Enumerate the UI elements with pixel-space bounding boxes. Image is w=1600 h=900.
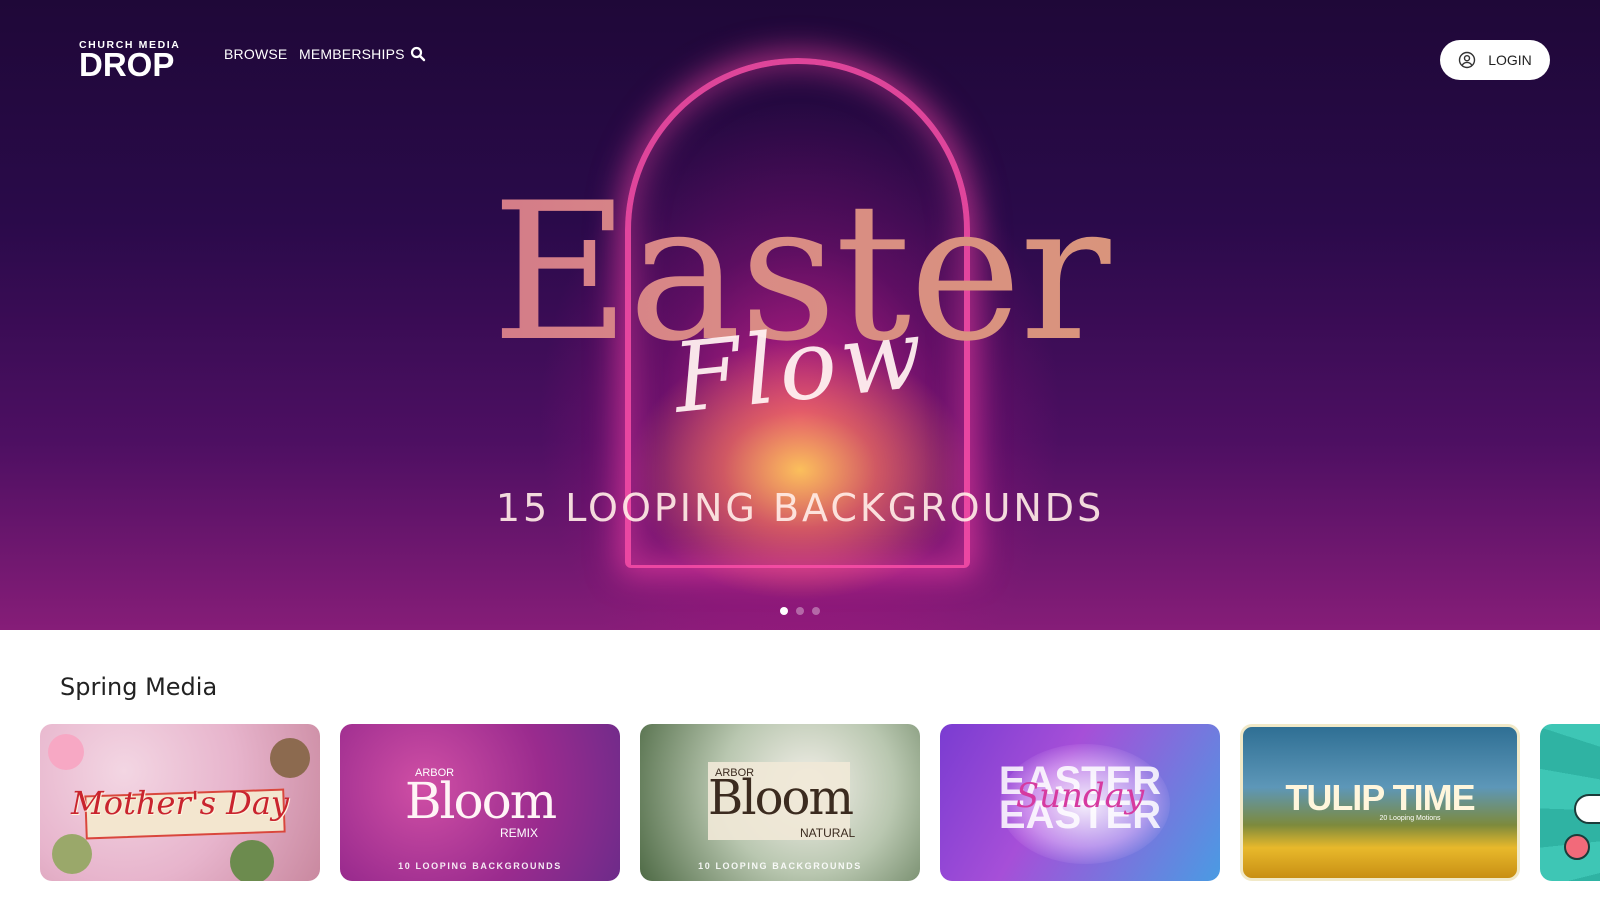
media-card[interactable] [1540,724,1600,881]
card-subtitle: 10 LOOPING BACKGROUNDS [698,861,862,871]
carousel-dots [780,607,820,615]
carousel-dot-2[interactable] [796,607,804,615]
logo-big-text: DROP [79,46,175,83]
top-nav: CHURCH MEDIA DROP BROWSE MEMBERSHIPS LOG… [0,0,1600,110]
carousel-dot-3[interactable] [812,607,820,615]
search-icon[interactable] [410,46,426,62]
card-title: Bloom [708,770,854,826]
login-button[interactable]: LOGIN [1440,40,1550,80]
media-card[interactable]: TULIP TIME 20 Looping Motions [1240,724,1520,881]
hero-subtitle: 15 LOOPING BACKGROUNDS [495,486,1105,530]
card-script-title: Sunday [1015,776,1145,816]
card-subtitle: 10 LOOPING BACKGROUNDS [398,861,562,871]
nav-memberships[interactable]: MEMBERSHIPS [299,46,405,62]
card-title: TULIP TIME [1285,777,1475,818]
login-label: LOGIN [1488,52,1532,68]
card-title: Mother's Day [71,784,289,822]
carousel-dot-1[interactable] [780,607,788,615]
media-card[interactable]: Mother's Day [40,724,320,881]
card-small-text: 20 Looping Motions [1379,815,1441,822]
card-title: Bloom [404,772,557,830]
character-illustration [1564,834,1590,860]
media-card[interactable]: EASTER EASTER Sunday [940,724,1220,881]
section-title: Spring Media [60,673,218,701]
card-tag: REMIX [500,826,539,840]
logo[interactable]: CHURCH MEDIA DROP [79,39,180,83]
media-card[interactable]: ARBOR Bloom NATURAL 10 LOOPING BACKGROUN… [640,724,920,881]
cloud-illustration [1574,794,1600,824]
card-tag: NATURAL [800,826,856,840]
media-card[interactable]: ARBOR Bloom REMIX 10 LOOPING BACKGROUNDS [340,724,620,881]
nav-browse[interactable]: BROWSE [224,46,287,62]
user-circle-icon [1459,51,1476,69]
spring-media-carousel: Mother's Day ARBOR Bloom REMIX 10 LOOPIN… [0,724,1600,882]
